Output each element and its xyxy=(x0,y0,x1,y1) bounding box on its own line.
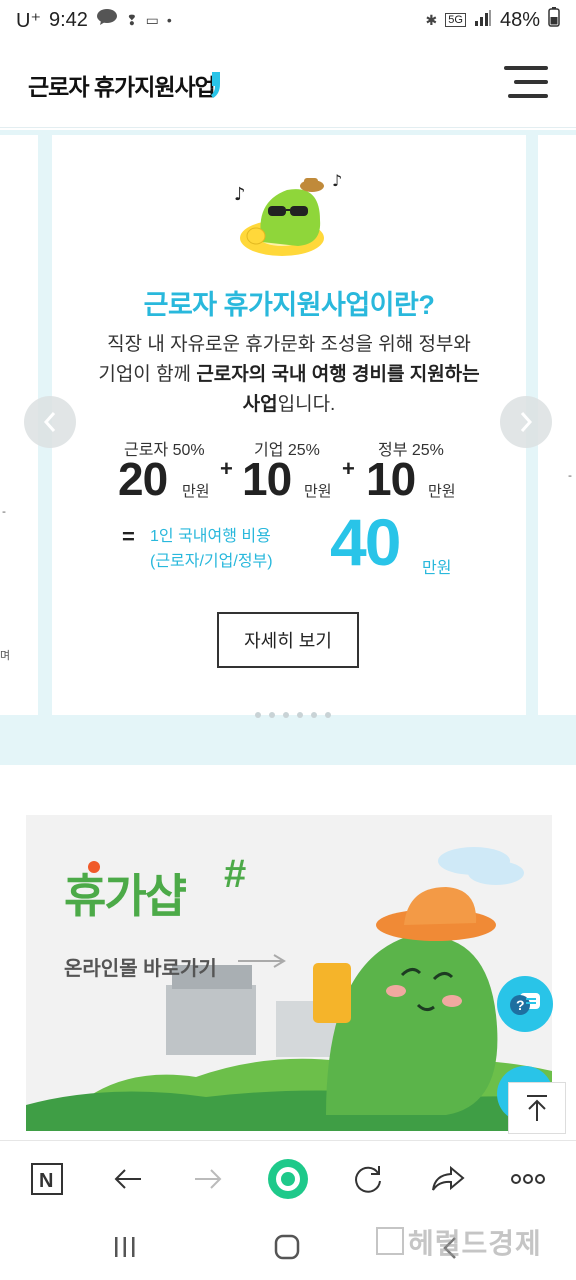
svg-text:♪: ♪ xyxy=(234,184,246,205)
vacation-shop-banner[interactable]: # 휴가샵 온라인몰 바로가기 xyxy=(26,815,552,1131)
newspaper-logo-icon xyxy=(376,1227,404,1255)
desc-line-2-bold: 근로자의 국내 여행 경비를 지원하는 xyxy=(196,364,480,385)
time-label: 9:42 xyxy=(49,8,88,31)
refresh-icon xyxy=(355,1166,381,1193)
hamburger-menu-button[interactable] xyxy=(502,66,548,100)
talk-icon xyxy=(96,8,118,32)
mascot-illustration: ♪ ♪ xyxy=(234,172,342,256)
scroll-to-top-button[interactable] xyxy=(508,1082,566,1134)
pagination-dot[interactable] xyxy=(325,712,331,718)
watermark-text: 헤럴드경제 xyxy=(376,1222,542,1262)
signal-icon xyxy=(474,9,492,32)
equals-sign: = xyxy=(122,524,135,549)
battery-icon xyxy=(548,7,560,33)
more-dots-icon xyxy=(511,1174,545,1184)
back-button[interactable] xyxy=(106,1159,150,1199)
total-label-line-2: (근로자/기업/정부) xyxy=(150,553,273,570)
carrier-label: U⁺ xyxy=(16,9,41,32)
recents-button[interactable] xyxy=(113,1236,137,1262)
slide-title: 근로자 휴가지원사업이란? xyxy=(143,290,435,320)
arrow-up-icon xyxy=(527,1095,547,1121)
desc-line-3-normal: 입니다. xyxy=(277,394,336,415)
company-amount: 10 xyxy=(242,453,292,505)
status-bar: U⁺ 9:42 ❢ ▭ • ✱ 5G 48% xyxy=(0,0,576,40)
browser-toolbar: N xyxy=(0,1140,576,1217)
battery-label: 48% xyxy=(499,8,540,31)
site-logo[interactable]: 근로자 휴가지원사업 xyxy=(28,68,216,102)
watermark-label: 헤럴드경제 xyxy=(408,1228,542,1259)
plus-sign: + xyxy=(342,456,355,481)
chatbot-button[interactable]: ? xyxy=(497,976,553,1032)
home-button[interactable] xyxy=(274,1234,300,1264)
svg-text:#: # xyxy=(224,852,246,896)
view-details-button[interactable]: 자세히 보기 xyxy=(217,612,359,668)
chevron-right-icon xyxy=(520,412,533,432)
total-label: 1인 국내여행 비용 (근로자/기업/정부) xyxy=(150,524,273,574)
brand-mark-icon xyxy=(211,72,220,98)
government-amount: 10 xyxy=(366,453,416,505)
svg-text:♪: ♪ xyxy=(332,172,342,190)
green-dot-button[interactable] xyxy=(266,1159,310,1199)
reload-button[interactable] xyxy=(346,1159,390,1199)
pagination-dot[interactable] xyxy=(297,712,303,718)
slide-description: 직장 내 자유로운 휴가문화 조성을 위해 정부와 기업이 함께 근로자의 국내… xyxy=(72,330,506,420)
naver-n-icon: N xyxy=(31,1163,63,1195)
arrow-left-icon xyxy=(114,1169,141,1189)
bluetooth-icon: ✱ xyxy=(425,11,438,28)
recents-icon xyxy=(115,1237,135,1257)
dot-icon: • xyxy=(166,12,172,28)
next-slide-button[interactable] xyxy=(500,396,552,448)
plus-sign: + xyxy=(220,456,233,481)
desc-line-2: 기업이 함께 근로자의 국내 여행 경비를 지원하는 xyxy=(72,360,506,390)
green-dot-icon xyxy=(268,1159,308,1199)
share-arrow-icon xyxy=(432,1165,465,1191)
more-button[interactable] xyxy=(506,1159,550,1199)
slide-pagination xyxy=(255,712,331,718)
worker-unit: 만원 xyxy=(182,483,210,500)
svg-text:N: N xyxy=(39,1170,53,1192)
desc-line-1: 직장 내 자유로운 휴가문화 조성을 위해 정부와 xyxy=(107,334,471,355)
missed-call-icon: ❢ xyxy=(125,11,138,28)
home-icon xyxy=(274,1234,300,1260)
forward-button[interactable] xyxy=(186,1159,230,1199)
pagination-dot[interactable] xyxy=(283,712,289,718)
desc-line-3-bold: 사업 xyxy=(242,394,278,415)
worker-amount: 20 xyxy=(118,453,168,505)
total-unit: 만원 xyxy=(422,560,452,577)
pagination-dot[interactable] xyxy=(311,712,317,718)
arrow-right-icon xyxy=(195,1169,222,1189)
network-label: 5G xyxy=(445,13,466,27)
desc-line-2-normal: 기업이 함께 xyxy=(98,364,197,385)
chat-help-icon: ? xyxy=(510,993,540,1015)
chevron-left-icon xyxy=(43,412,56,432)
app-header: 근로자 휴가지원사업 xyxy=(0,40,576,128)
screen-icon: ▭ xyxy=(145,11,159,28)
company-unit: 만원 xyxy=(304,483,332,500)
government-unit: 만원 xyxy=(428,483,456,500)
pagination-dot[interactable] xyxy=(269,712,275,718)
share-button[interactable] xyxy=(426,1159,470,1199)
shop-title: 휴가샵 xyxy=(64,870,187,922)
prev-slide-button[interactable] xyxy=(24,396,76,448)
naver-home-button[interactable]: N xyxy=(25,1159,69,1199)
total-amount: 40 xyxy=(330,505,401,579)
svg-text:?: ? xyxy=(516,997,525,1013)
shop-link-label: 온라인몰 바로가기 xyxy=(64,958,217,980)
desc-line-3: 사업입니다. xyxy=(72,390,506,420)
total-label-line-1: 1인 국내여행 비용 xyxy=(150,528,271,545)
pagination-dot[interactable] xyxy=(255,712,261,718)
